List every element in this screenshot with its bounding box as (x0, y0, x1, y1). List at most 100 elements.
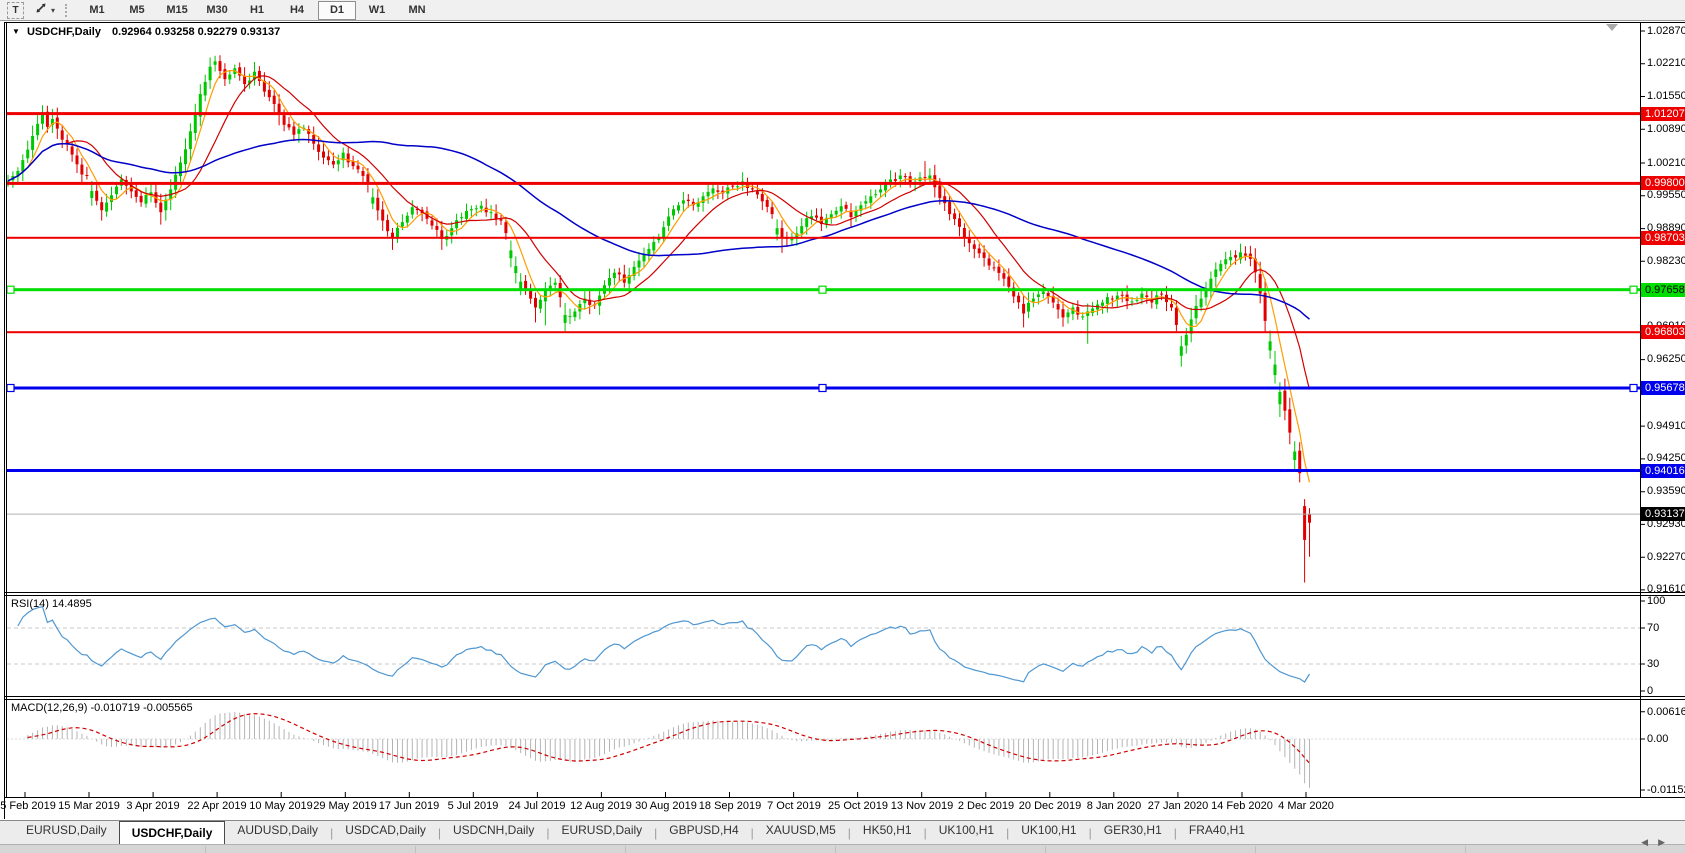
price-axis-label: 0.96250 (1647, 353, 1685, 365)
tab-scroll-arrows: ◀▶ (1641, 837, 1675, 848)
date-axis-label: 25 Oct 2019 (828, 800, 888, 812)
hline-0.99800[interactable] (7, 181, 1640, 185)
timeframe-button-w1[interactable]: W1 (358, 1, 396, 20)
text-tool-icon[interactable]: T (7, 1, 24, 19)
timeframe-button-m5[interactable]: M5 (118, 1, 156, 20)
hline-handle[interactable] (6, 383, 15, 393)
hline-0.97658[interactable] (6, 285, 1640, 294)
price-tag-0.99800: 0.99800 (1641, 176, 1685, 190)
ma-line-55 (7, 138, 1310, 320)
date-axis-label: 22 Apr 2019 (187, 800, 247, 812)
date-axis-label: 20 Dec 2019 (1018, 800, 1082, 812)
chart-tab-uk100-h1[interactable]: UK100,H1 (1009, 823, 1088, 844)
chart-tab-eurusd-daily[interactable]: EURUSD,Daily (14, 823, 119, 844)
chart-tab-eurusd-daily[interactable]: EURUSD,Daily (549, 823, 654, 844)
ma-line-13 (7, 75, 1311, 390)
chart-tab-hk50-h1[interactable]: HK50,H1 (851, 823, 924, 844)
diagonal-arrow-tool[interactable]: ▾ (34, 1, 55, 20)
timeframe-button-m1[interactable]: M1 (78, 1, 116, 20)
ma-line-5 (7, 69, 1311, 483)
chevron-down-icon[interactable]: ▾ (51, 6, 55, 15)
rsi-axis-label: 100 (1647, 595, 1666, 607)
chart-tab-audusd-daily[interactable]: AUDUSD,Daily (225, 823, 330, 844)
hline-handle[interactable] (818, 383, 827, 393)
price-axis-label: 0.99550 (1647, 189, 1685, 201)
status-strip-separator (205, 846, 206, 853)
date-axis-label: 14 Feb 2020 (1211, 800, 1273, 812)
price-axis-label: 1.00210 (1647, 157, 1685, 169)
status-strip (0, 844, 1685, 853)
date-axis-label: 7 Oct 2019 (767, 800, 821, 812)
date-axis-label: 24 Jul 2019 (508, 800, 566, 812)
chart-tab-ger30-h1[interactable]: GER30,H1 (1092, 823, 1174, 844)
chart-tab-gbpusd-h4[interactable]: GBPUSD,H4 (657, 823, 750, 844)
date-axis-label: 18 Sep 2019 (698, 800, 762, 812)
macd-histogram (27, 712, 1310, 788)
rsi-line (17, 605, 1311, 683)
hline-handle[interactable] (6, 285, 15, 294)
hline-1.01207[interactable] (7, 112, 1640, 116)
chart-tab-bar: EURUSD,Daily USDCHF,Daily AUDUSD,Daily | USD… (0, 820, 1685, 844)
timeframe-button-h1[interactable]: H1 (238, 1, 276, 20)
timeframe-button-group: M1 M5 M15 M30 H1 H4 D1 W1 MN (77, 0, 437, 20)
status-strip-separator (1255, 846, 1256, 853)
hline-0.94016[interactable] (7, 469, 1640, 472)
tabbar-left-pad (0, 823, 14, 844)
price-tag-0.98703: 0.98703 (1641, 231, 1685, 245)
macd-axis-label: -0.011523 (1647, 784, 1685, 796)
status-strip-separator (1045, 846, 1046, 853)
price-axis-label: 0.98230 (1647, 255, 1685, 267)
hline-0.96803[interactable] (7, 331, 1640, 334)
collapse-icon[interactable]: ▼ (12, 27, 20, 36)
price-axis-label: 1.02210 (1647, 57, 1685, 69)
axis-ticks (24, 30, 1645, 797)
price-axis-label: 0.94910 (1647, 420, 1685, 432)
price-tag-1.01207: 1.01207 (1641, 107, 1685, 121)
chart-tab-usdcnh-daily[interactable]: USDCNH,Daily (441, 823, 546, 844)
timeframe-button-h4[interactable]: H4 (278, 1, 316, 20)
pane-borders (4, 22, 1685, 819)
date-axis-label: 15 Mar 2019 (58, 800, 120, 812)
macd-label: MACD(12,26,9) -0.010719 -0.005565 (11, 702, 193, 714)
chart-tab-uk100-h1[interactable]: UK100,H1 (927, 823, 1006, 844)
toolbar: T ▾ M1 M5 M15 M30 H1 H4 D1 W1 MN (0, 0, 1685, 21)
hline-0.98703[interactable] (7, 236, 1640, 239)
chart-tab-usdchf-daily[interactable]: USDCHF,Daily (118, 821, 226, 844)
price-axis-label: 1.01550 (1647, 90, 1685, 102)
timeframe-button-mn[interactable]: MN (398, 1, 436, 20)
candles (6, 55, 1311, 583)
chart-tab-fra40-h1[interactable]: FRA40,H1 (1177, 823, 1257, 844)
price-tag-0.96803: 0.96803 (1641, 325, 1685, 339)
chart-title: ▼ USDCHF,Daily 0.92964 0.93258 0.92279 0… (12, 26, 280, 38)
price-axis-label: 1.02870 (1647, 25, 1685, 37)
price-axis-label: 0.92270 (1647, 551, 1685, 563)
status-strip-separator (1465, 846, 1466, 853)
tab-scroll-left-icon[interactable]: ◀ (1641, 837, 1658, 847)
timeframe-button-m15[interactable]: M15 (158, 1, 196, 20)
status-strip-separator (835, 846, 836, 853)
macd-axis-label: 0.006166 (1647, 706, 1685, 718)
hline-handle[interactable] (818, 285, 827, 294)
date-axis-label: 30 Aug 2019 (635, 800, 697, 812)
date-axis-label: 13 Nov 2019 (890, 800, 954, 812)
rsi-axis-label: 0 (1647, 685, 1654, 697)
date-axis-label: 10 May 2019 (249, 800, 313, 812)
rsi-axis-label: 30 (1647, 658, 1660, 670)
tab-scroll-right-icon[interactable]: ▶ (1658, 837, 1675, 847)
timeframe-button-m30[interactable]: M30 (198, 1, 236, 20)
date-axis-label: 17 Jun 2019 (378, 800, 440, 812)
chart-shift-marker[interactable] (1606, 24, 1618, 31)
timeframe-button-d1[interactable]: D1 (318, 0, 357, 20)
date-axis-label: 12 Aug 2019 (570, 800, 632, 812)
status-strip-separator (415, 846, 416, 853)
rsi-axis-label: 70 (1647, 622, 1660, 634)
chart-tab-usdcad-daily[interactable]: USDCAD,Daily (333, 823, 438, 844)
price-tag-0.95678: 0.95678 (1641, 381, 1685, 395)
hline-handle[interactable] (1629, 285, 1638, 294)
chart-canvas (4, 22, 1685, 819)
chart-tab-xauusd-m5[interactable]: XAUUSD,M5 (754, 823, 848, 844)
current-price-tag: 0.93137 (1641, 507, 1685, 521)
hline-0.95678[interactable] (6, 383, 1640, 393)
toolbar-grip[interactable] (65, 3, 69, 17)
hline-handle[interactable] (1629, 383, 1638, 393)
